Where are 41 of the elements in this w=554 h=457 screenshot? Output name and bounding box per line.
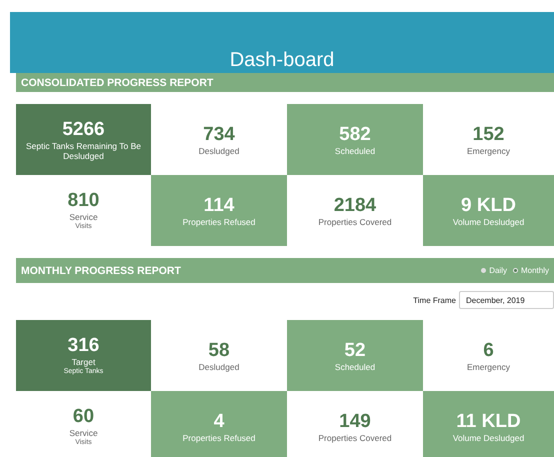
stat-value: 58 xyxy=(208,340,230,362)
stat-value: 114 xyxy=(204,194,234,216)
stat-value: 582 xyxy=(339,124,371,146)
stat-value: 52 xyxy=(344,340,366,362)
stat-value: 5266 xyxy=(62,118,105,140)
stat-value: 9 KLD xyxy=(461,194,516,216)
stat-value: 734 xyxy=(203,124,235,146)
stat-value: 810 xyxy=(68,190,100,212)
stat-label: Target xyxy=(72,356,96,366)
stat-label: Emergency xyxy=(467,362,510,372)
radio-button[interactable] xyxy=(512,268,518,273)
stat-label: Properties Covered xyxy=(318,432,392,442)
stat-label: Desludged xyxy=(198,146,240,156)
stat-value: 149 xyxy=(339,410,371,432)
stat-label: Scheduled xyxy=(334,362,376,372)
radio-label[interactable]: Monthly xyxy=(520,266,549,275)
section-title: MONTHLY PROGRESS REPORT xyxy=(21,264,181,276)
stat-label: Volume Desludged xyxy=(452,216,524,226)
stat-label: Properties Refused xyxy=(182,216,256,226)
stat-value: 6 xyxy=(483,340,494,362)
section-title: CONSOLIDATED PROGRESS REPORT xyxy=(21,76,214,88)
stat-label: Desludged xyxy=(198,362,240,372)
stat-label: Emergency xyxy=(467,146,510,156)
stat-value: 11 KLD xyxy=(456,410,521,432)
stat-label: Service xyxy=(69,212,98,222)
stat-label: Volume Desludged xyxy=(452,432,524,442)
stat-label: Service xyxy=(69,428,98,438)
page-title: Dash-board xyxy=(230,48,334,72)
field-label: Time Frame xyxy=(413,296,456,304)
stat-value: 152 xyxy=(472,124,504,146)
time-frame-field[interactable]: December, 2019 xyxy=(459,291,554,309)
radio-label[interactable]: Daily xyxy=(489,266,507,275)
stat-label: Scheduled xyxy=(334,146,376,156)
stat-label: Properties Covered xyxy=(318,216,392,226)
radio-button[interactable] xyxy=(481,268,486,273)
stat-value: 60 xyxy=(72,406,94,428)
stat-label: Septic Tanks Remaining To Be Desludged xyxy=(26,140,141,160)
stat-value: 4 xyxy=(214,410,224,432)
stat-value: 2184 xyxy=(334,194,376,216)
stat-label: Properties Refused xyxy=(182,432,256,442)
stat-value: 316 xyxy=(68,334,100,356)
